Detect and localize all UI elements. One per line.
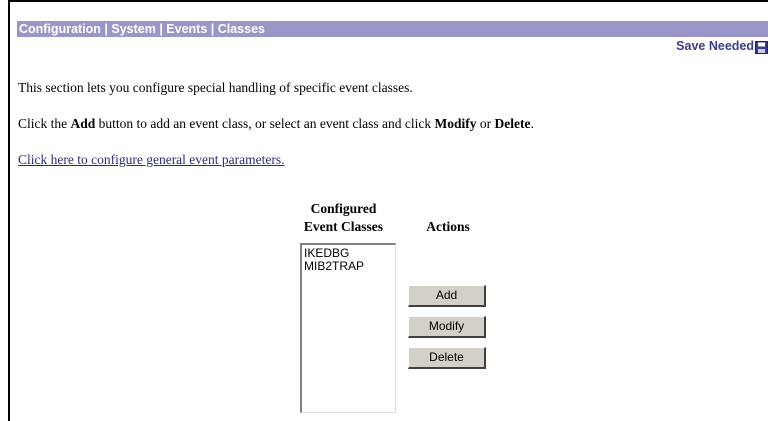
- header-line: Event Classes: [303, 219, 384, 234]
- list-item[interactable]: MIB2TRAP: [304, 260, 395, 273]
- instructions-part: button to add an event class, or select …: [95, 116, 435, 131]
- floppy-disk-icon[interactable]: [755, 41, 768, 54]
- window-left-border: [8, 0, 10, 421]
- add-button[interactable]: Add: [408, 285, 486, 307]
- instructions-delete-keyword: Delete: [494, 116, 531, 131]
- instructions-modify-keyword: Modify: [434, 116, 477, 131]
- header-line: Configured: [310, 201, 377, 216]
- instructions-part: Click the: [18, 116, 71, 131]
- instructions-text: Click the Add button to add an event cla…: [18, 116, 534, 132]
- window-top-border: [8, 0, 768, 2]
- instructions-part: or: [476, 116, 495, 131]
- breadcrumb: Configuration | System | Events | Classe…: [17, 21, 768, 37]
- event-classes-listbox[interactable]: IKEDBG MIB2TRAP: [300, 243, 396, 413]
- general-event-parameters-link[interactable]: Click here to configure general event pa…: [18, 152, 285, 168]
- delete-button[interactable]: Delete: [408, 347, 486, 369]
- actions-header: Actions: [426, 219, 470, 234]
- instructions-add-keyword: Add: [70, 116, 96, 131]
- instructions-part: .: [530, 116, 534, 131]
- modify-button[interactable]: Modify: [408, 316, 486, 338]
- intro-text: This section lets you configure special …: [18, 80, 413, 95]
- save-needed-label[interactable]: Save Needed: [676, 39, 754, 53]
- configured-event-classes-header: Configured Event Classes: [286, 200, 401, 236]
